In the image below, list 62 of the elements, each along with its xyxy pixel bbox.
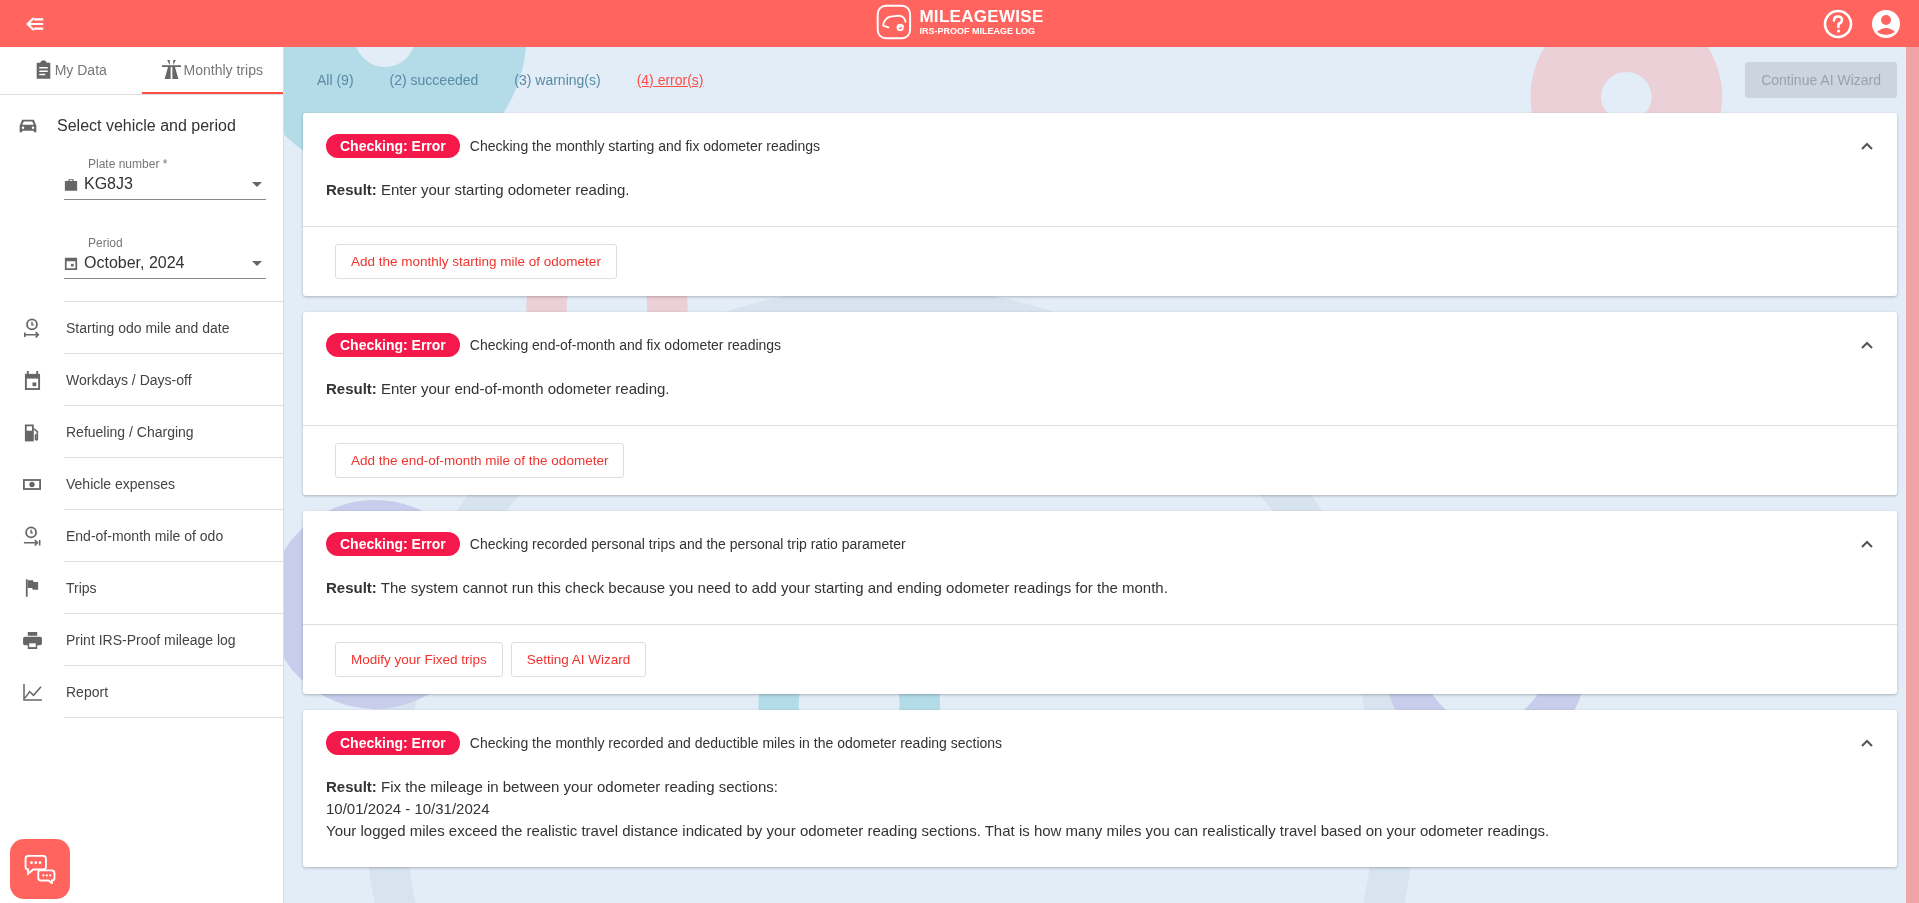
status-badge: Checking: Error xyxy=(326,333,460,357)
filter-link[interactable]: (3) warning(s) xyxy=(514,72,601,88)
sidebar-tab[interactable]: My Data xyxy=(0,47,142,94)
chat-bubbles-icon xyxy=(23,854,57,884)
status-badge: Checking: Error xyxy=(326,532,460,556)
action-button[interactable]: Add the end-of-month mile of the odometer xyxy=(335,443,625,478)
car-logo-icon xyxy=(875,4,912,40)
check-title: Checking recorded personal trips and the personal trip ratio parameter xyxy=(469,536,907,552)
clock-arrow-icon xyxy=(23,526,41,546)
filter-link[interactable]: (4) error(s) xyxy=(636,72,704,88)
sidebar-item[interactable]: Report xyxy=(66,684,109,700)
status-badge: Checking: Error xyxy=(326,134,460,158)
sidebar-item[interactable]: Trips xyxy=(66,580,97,596)
filter-link[interactable]: (2) succeeded xyxy=(389,72,479,88)
fuel-pump-icon xyxy=(24,422,40,442)
chevron-icon[interactable] xyxy=(1861,142,1873,150)
briefcase-icon xyxy=(64,177,78,191)
logo-title: MILEAGEWISE xyxy=(919,7,1044,26)
flag-icon xyxy=(25,579,39,597)
clock-arrow-icon xyxy=(23,318,41,338)
chevron-icon[interactable] xyxy=(1861,739,1873,747)
chevron-icon[interactable] xyxy=(1861,341,1873,349)
select-field[interactable]: Period October, 2024 xyxy=(64,236,266,279)
calendar-icon xyxy=(23,370,41,390)
car-icon xyxy=(18,118,38,134)
result-text: Your logged miles exceed the realistic travel distance indicated by your odometer reading sections. That is how many miles you can realistically travel based on your odometer readings. xyxy=(326,821,1551,841)
dropdown-caret-icon[interactable] xyxy=(252,181,262,187)
sidebar-item[interactable]: Starting odo mile and date xyxy=(66,320,230,336)
check-title: Checking the monthly starting and fix odometer readings xyxy=(469,138,821,154)
action-button[interactable]: Add the monthly starting mile of odometer xyxy=(335,244,617,279)
clipboard-icon xyxy=(34,60,52,79)
result-text: Result: Fix the mileage in between your odometer reading sections: xyxy=(326,777,779,797)
result-text: 10/01/2024 - 10/31/2024 xyxy=(326,799,491,819)
sidebar-item[interactable]: Vehicle expenses xyxy=(66,476,175,492)
check-title: Checking end-of-month and fix odometer readings xyxy=(469,337,783,353)
line-chart-icon xyxy=(22,683,42,701)
result-text: Result: Enter your end-of-month odometer reading. xyxy=(326,379,671,399)
section-title: Select vehicle and period xyxy=(57,117,236,135)
check-title: Checking the monthly recorded and deductible miles in the odometer reading sections xyxy=(469,735,1004,751)
sidebar-item[interactable]: End-of-month mile of odo xyxy=(66,528,224,544)
sidebar-item[interactable]: Print IRS-Proof mileage log xyxy=(66,632,236,648)
sidebar-item[interactable]: Refueling / Charging xyxy=(66,424,194,440)
printer-icon xyxy=(22,631,42,649)
chevron-icon[interactable] xyxy=(1861,540,1873,548)
result-text: Result: The system cannot run this check because you need to add your starting and ending odometer readings for the month. xyxy=(326,578,1169,598)
road-icon xyxy=(161,60,181,79)
dropdown-caret-icon[interactable] xyxy=(252,260,262,266)
select-field[interactable]: Plate number * KG8J3 xyxy=(64,157,266,200)
filter-link[interactable]: All (9) xyxy=(317,72,354,88)
chat-button[interactable] xyxy=(10,839,70,899)
scrollbar[interactable] xyxy=(1906,47,1919,903)
calendar-icon xyxy=(64,256,78,270)
sidebar-tab[interactable]: Monthly trips xyxy=(141,47,283,94)
result-text: Result: Enter your starting odometer reading. xyxy=(326,180,631,200)
help-icon[interactable] xyxy=(1823,8,1853,39)
user-icon[interactable] xyxy=(1871,8,1901,39)
banknote-icon xyxy=(23,478,41,490)
action-button[interactable]: Modify your Fixed trips xyxy=(335,642,503,677)
sidebar-item[interactable]: Workdays / Days-off xyxy=(66,372,192,388)
status-badge: Checking: Error xyxy=(326,731,460,755)
logo-subtitle: IRS-PROOF MILEAGE LOG xyxy=(919,25,1036,37)
action-button[interactable]: Setting AI Wizard xyxy=(510,642,647,677)
